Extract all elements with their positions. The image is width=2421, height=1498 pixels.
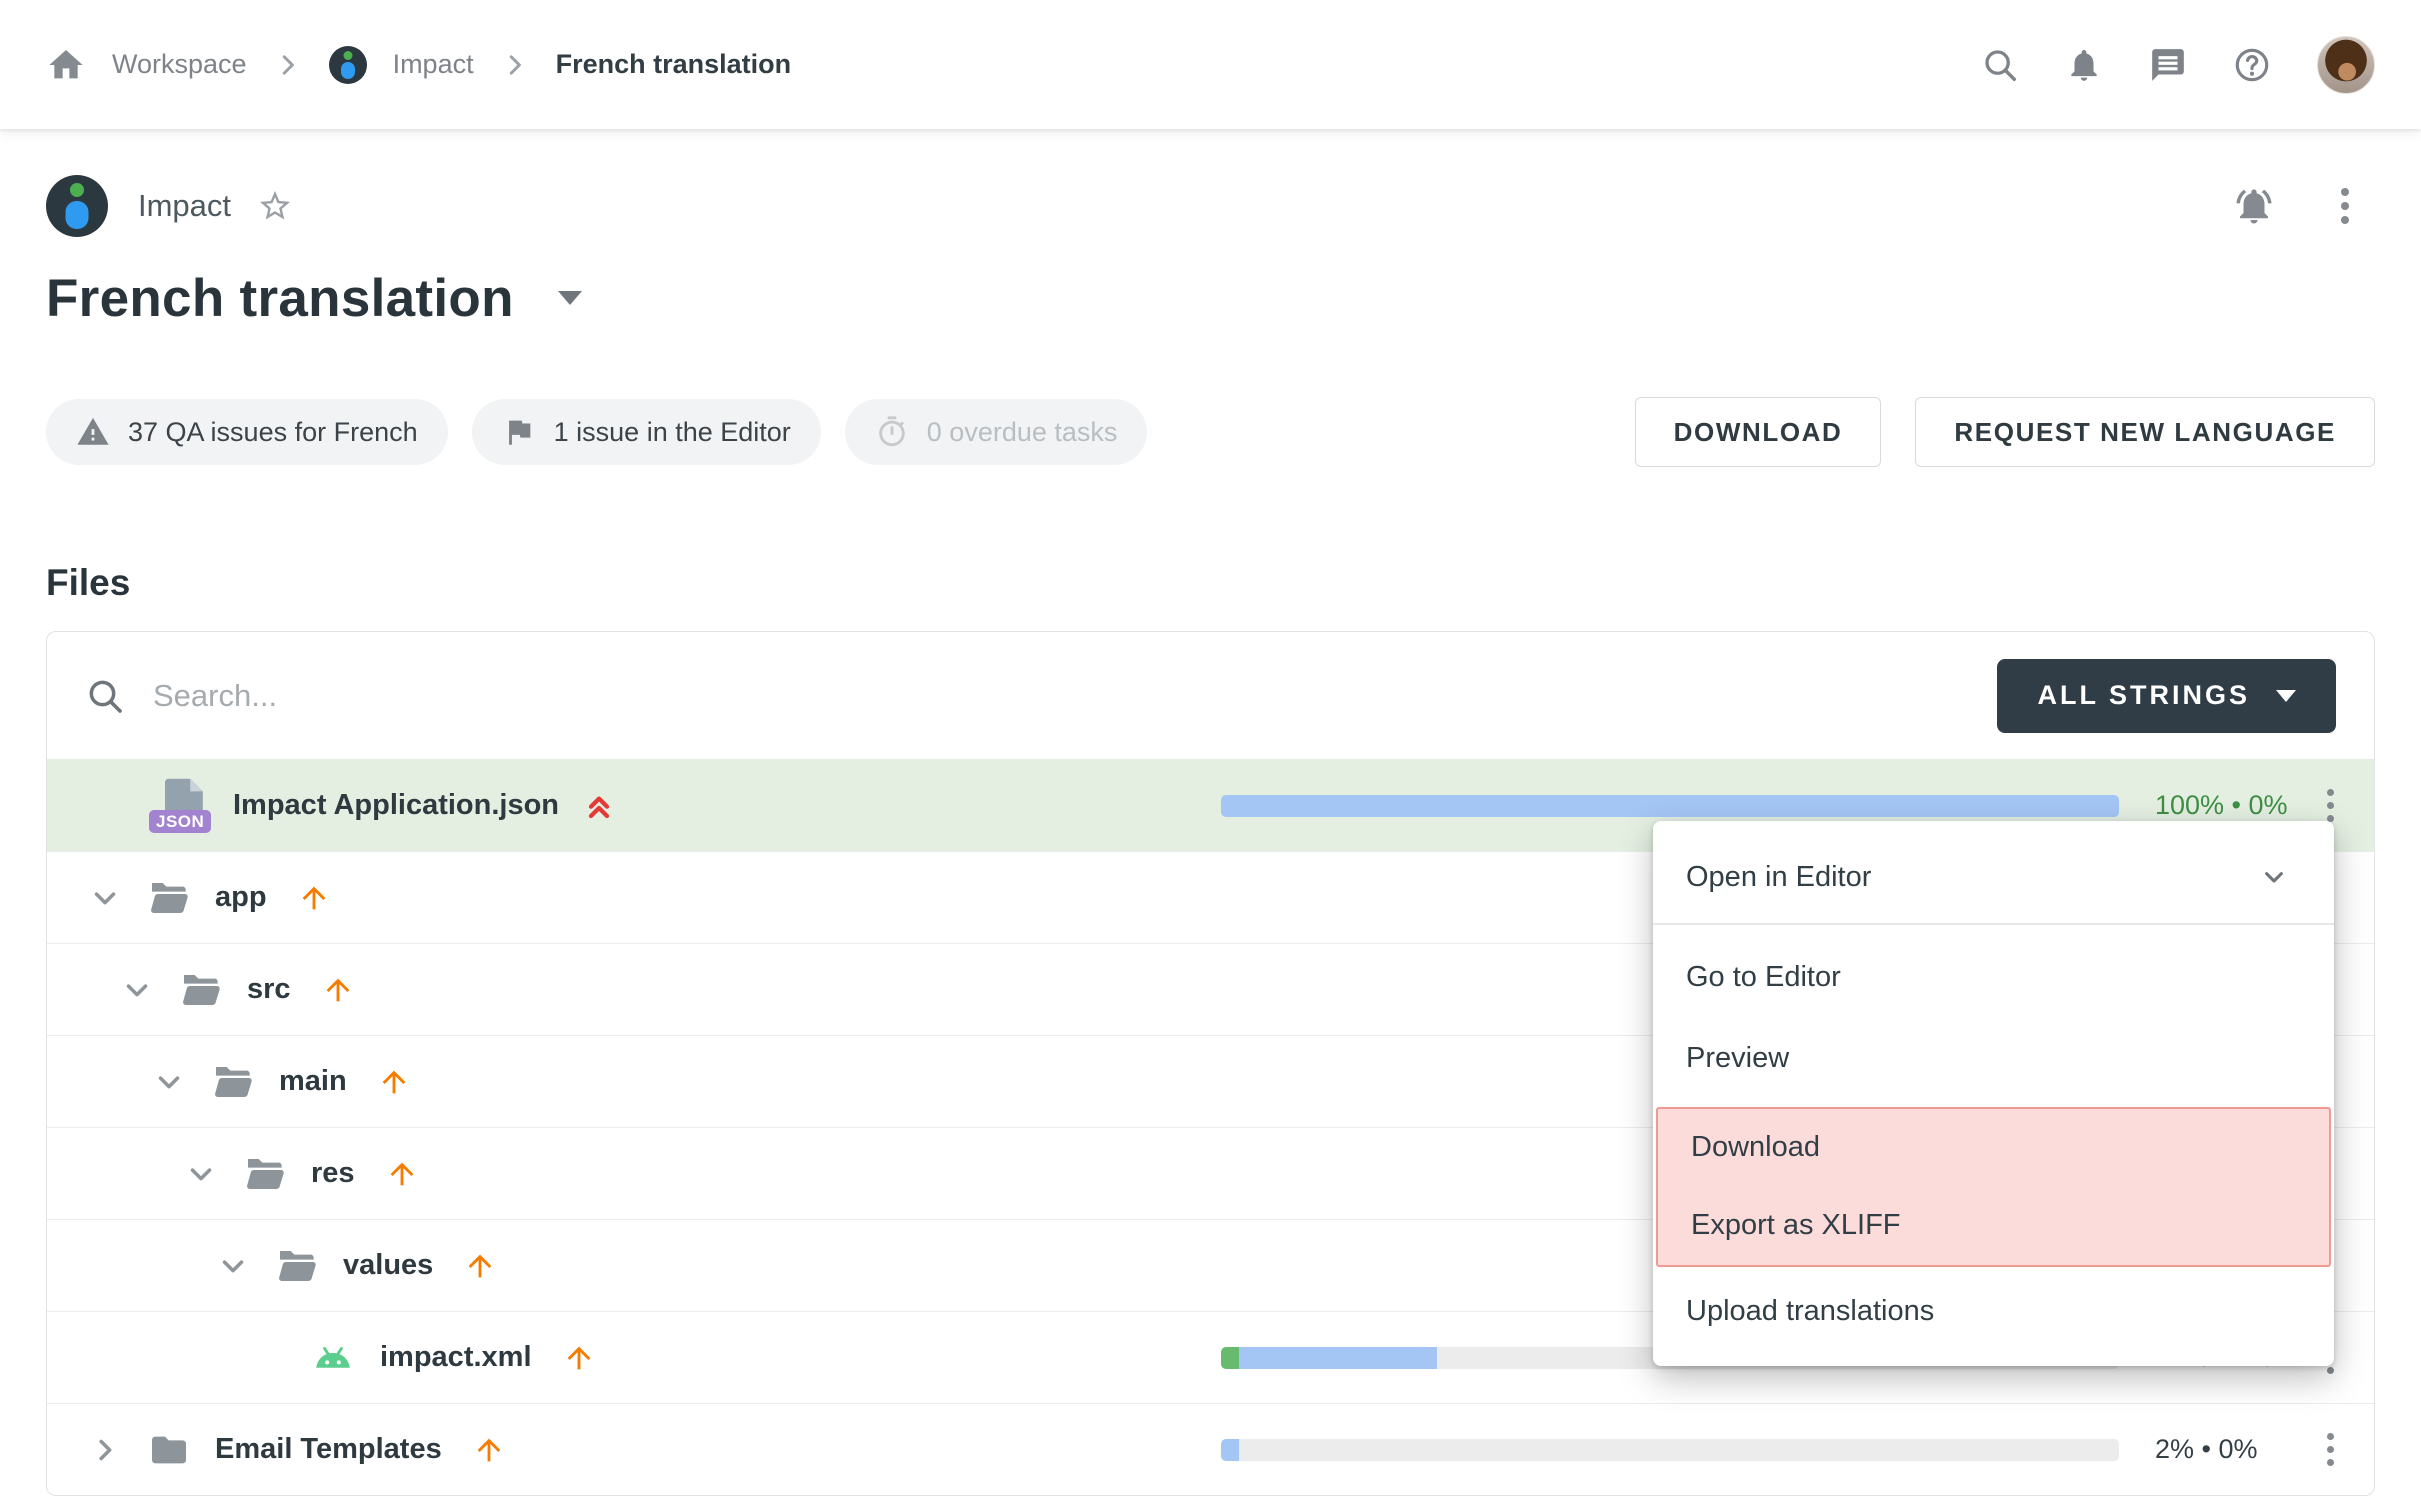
files-search-row: ALL STRINGS: [47, 632, 2374, 759]
breadcrumb-workspace[interactable]: Workspace: [112, 49, 247, 80]
upload-arrow-icon: [385, 1157, 419, 1191]
chevron-down-icon: [2258, 861, 2290, 893]
chevron-down-icon: [2276, 690, 2296, 702]
user-avatar[interactable]: [2317, 36, 2375, 94]
translated-segment: [1221, 1439, 1239, 1461]
search-icon: [85, 676, 125, 716]
download-button[interactable]: DOWNLOAD: [1635, 397, 1882, 467]
chevron-down-icon[interactable]: [151, 1065, 187, 1099]
file-context-menu: Open in Editor Go to Editor Preview Down…: [1653, 821, 2334, 1366]
folder-name: main: [279, 1065, 347, 1098]
approved-segment: [1221, 1347, 1239, 1369]
chevron-right-icon: [500, 50, 530, 80]
all-strings-filter-button[interactable]: ALL STRINGS: [1997, 659, 2336, 733]
chat-icon[interactable]: [2149, 46, 2187, 84]
row-kebab-menu-icon[interactable]: [2327, 1433, 2334, 1466]
row-kebab-menu-icon[interactable]: [2327, 789, 2334, 822]
folder-name: src: [247, 973, 291, 1006]
warning-icon: [76, 415, 110, 449]
editor-issues-chip-label: 1 issue in the Editor: [554, 417, 791, 448]
progress-bar: [1221, 795, 2119, 817]
menu-item-export-as-xliff[interactable]: Export as XLIFF: [1658, 1187, 2329, 1265]
bell-icon[interactable]: [2065, 46, 2103, 84]
translated-segment: [1221, 795, 2119, 817]
breadcrumb-project[interactable]: Impact: [393, 49, 474, 80]
top-navigation-bar: Workspace Impact French translation: [0, 0, 2421, 129]
menu-item-label: Open in Editor: [1686, 861, 1871, 894]
all-strings-label: ALL STRINGS: [2037, 680, 2250, 711]
ringing-bell-icon[interactable]: [2233, 185, 2275, 227]
upload-arrow-icon: [562, 1341, 596, 1375]
folder-open-icon: [277, 1249, 317, 1283]
search-icon[interactable]: [1981, 46, 2019, 84]
qa-issues-chip-label: 37 QA issues for French: [128, 417, 418, 448]
project-name[interactable]: Impact: [138, 188, 231, 224]
menu-item-upload-translations[interactable]: Upload translations: [1653, 1271, 2334, 1352]
upload-arrow-icon: [321, 973, 355, 1007]
search-input[interactable]: [153, 678, 1997, 714]
folder-open-icon: [181, 973, 221, 1007]
menu-highlighted-group: Download Export as XLIFF: [1656, 1107, 2331, 1267]
folder-name: res: [311, 1157, 355, 1190]
title-dropdown-caret-icon[interactable]: [558, 291, 582, 305]
overdue-tasks-chip[interactable]: 0 overdue tasks: [845, 399, 1148, 465]
folder-closed-icon: [149, 1433, 189, 1467]
star-icon[interactable]: [257, 188, 293, 224]
project-logo-icon: [329, 46, 367, 84]
android-icon: [312, 1345, 354, 1371]
home-icon[interactable]: [46, 45, 86, 85]
json-badge: JSON: [149, 810, 211, 833]
project-logo: [46, 175, 108, 237]
menu-item-download[interactable]: Download: [1658, 1109, 2329, 1187]
folder-open-icon: [149, 881, 189, 915]
qa-issues-chip[interactable]: 37 QA issues for French: [46, 399, 448, 465]
upload-arrow-icon: [463, 1249, 497, 1283]
page-title: French translation: [46, 268, 514, 329]
overdue-tasks-chip-label: 0 overdue tasks: [927, 417, 1118, 448]
menu-item-preview[interactable]: Preview: [1653, 1018, 2334, 1099]
folder-row-email-templates[interactable]: Email Templates 2% • 0%: [47, 1403, 2374, 1495]
chevron-down-icon[interactable]: [215, 1249, 251, 1283]
folder-name: Email Templates: [215, 1433, 442, 1466]
editor-issues-chip[interactable]: 1 issue in the Editor: [472, 399, 821, 465]
folder-open-icon: [245, 1157, 285, 1191]
flag-icon: [502, 415, 536, 449]
project-header: Impact: [46, 175, 2375, 237]
chevron-right-icon: [273, 50, 303, 80]
help-icon[interactable]: [2233, 46, 2271, 84]
request-new-language-button[interactable]: REQUEST NEW LANGUAGE: [1915, 397, 2375, 467]
translated-segment: [1239, 1347, 1437, 1369]
priority-high-icon: [583, 789, 615, 823]
chevron-right-icon[interactable]: [87, 1433, 123, 1467]
file-name: impact.xml: [380, 1341, 532, 1374]
chevron-down-icon[interactable]: [119, 973, 155, 1007]
chevron-down-icon[interactable]: [87, 881, 123, 915]
upload-arrow-icon: [472, 1433, 506, 1467]
file-name: Impact Application.json: [233, 789, 559, 822]
upload-arrow-icon: [297, 881, 331, 915]
breadcrumb-current-page: French translation: [556, 49, 792, 80]
files-heading: Files: [46, 561, 2375, 605]
folder-open-icon: [213, 1065, 253, 1099]
upload-arrow-icon: [377, 1065, 411, 1099]
stopwatch-icon: [875, 415, 909, 449]
progress-label: 2% • 0%: [2119, 1434, 2302, 1465]
chevron-down-icon[interactable]: [183, 1157, 219, 1191]
progress-bar: [1221, 1439, 2119, 1461]
menu-item-go-to-editor[interactable]: Go to Editor: [1653, 937, 2334, 1018]
folder-name: values: [343, 1249, 433, 1282]
menu-item-open-in-editor[interactable]: Open in Editor: [1653, 831, 2334, 923]
menu-divider: [1653, 923, 2334, 925]
breadcrumb: Workspace Impact French translation: [46, 45, 791, 85]
progress-label: 100% • 0%: [2119, 790, 2302, 821]
json-file-icon: JSON: [149, 777, 207, 835]
project-kebab-menu-icon[interactable]: [2341, 188, 2349, 224]
folder-name: app: [215, 881, 267, 914]
